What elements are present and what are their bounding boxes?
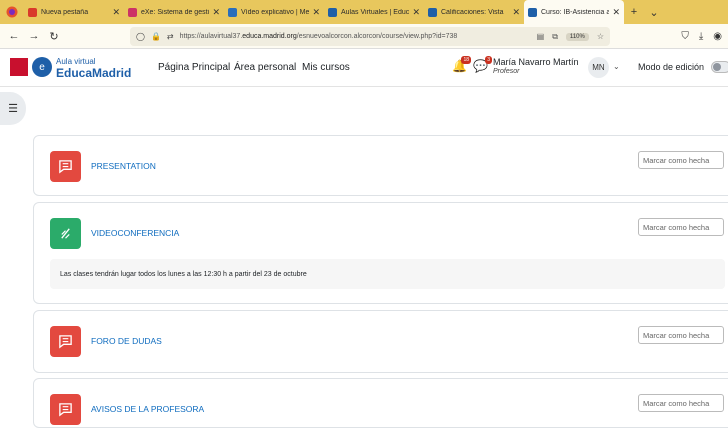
mark-as-done-button[interactable]: Marcar como hecha	[638, 151, 724, 169]
url-text: https://aulavirtual37.educa.madrid.org/e…	[179, 33, 458, 40]
close-tab-icon[interactable]: ✕	[612, 7, 620, 18]
zoom-level[interactable]: 110%	[565, 32, 589, 41]
tab-favicon-icon	[528, 7, 537, 17]
edit-mode-toggle[interactable]	[711, 61, 728, 73]
site-header: e Aula virtual EducaMadrid Página Princi…	[0, 49, 728, 87]
nav-dashboard-link[interactable]: Área personal	[234, 62, 296, 73]
avatar[interactable]: MN	[588, 57, 609, 78]
video-icon[interactable]	[50, 218, 81, 249]
browser-tab-active[interactable]: Curso: IB-Asistencia a ✕	[524, 0, 624, 24]
close-tab-icon[interactable]: ✕	[112, 7, 120, 18]
activity-card: PRESENTATION Marcar como hecha	[33, 135, 728, 196]
account-icon[interactable]: ◉	[713, 31, 722, 42]
mark-as-done-button[interactable]: Marcar como hecha	[638, 218, 724, 236]
forward-arrow-icon[interactable]: →	[24, 24, 44, 49]
screenshot-icon[interactable]: ⧉	[552, 32, 558, 42]
new-tab-button[interactable]: +	[624, 0, 644, 24]
nav-my-courses-link[interactable]: Mis cursos	[302, 62, 350, 73]
user-name[interactable]: María Navarro Martín	[493, 57, 579, 67]
edit-mode-label: Modo de edición	[638, 62, 705, 72]
mark-as-done-button[interactable]: Marcar como hecha	[638, 326, 724, 344]
address-bar[interactable]: ◯ 🔒 ⇄ https://aulavirtual37.educa.madrid…	[130, 27, 610, 46]
tab-favicon-icon	[228, 7, 237, 17]
logo-title[interactable]: EducaMadrid	[56, 66, 131, 80]
educamadrid-logo-icon[interactable]: e	[32, 57, 52, 77]
mark-as-done-button[interactable]: Marcar como hecha	[638, 394, 724, 412]
browser-tab[interactable]: Aulas Virtuales | Educ ✕	[324, 0, 424, 24]
reload-icon[interactable]: ↻	[44, 24, 64, 49]
course-index-toggle-button[interactable]: ☰	[0, 92, 26, 125]
close-tab-icon[interactable]: ✕	[412, 7, 420, 18]
activity-title-link[interactable]: VIDEOCONFERENCIA	[91, 228, 179, 238]
nav-home-link[interactable]: Página Principal	[158, 62, 230, 73]
back-arrow-icon[interactable]: ←	[4, 24, 24, 49]
download-icon[interactable]: ⤓	[699, 31, 703, 42]
bookmark-star-icon[interactable]: ☆	[597, 32, 604, 41]
activity-description: Las clases tendrán lugar todos los lunes…	[50, 259, 725, 289]
browser-tab[interactable]: Calificaciones: Vista ✕	[424, 0, 524, 24]
browser-toolbar: ← → ↻ ◯ 🔒 ⇄ https://aulavirtual37.educa.…	[0, 24, 728, 49]
user-role: Profesor	[493, 68, 520, 75]
activity-title-link[interactable]: AVISOS DE LA PROFESORA	[91, 404, 204, 414]
tab-list-chevron-icon[interactable]: ⌄	[644, 0, 664, 24]
forum-icon[interactable]	[50, 326, 81, 357]
reader-view-icon[interactable]: ▤	[537, 32, 545, 41]
browser-tab[interactable]: Nueva pestaña ✕	[24, 0, 124, 24]
close-tab-icon[interactable]: ✕	[512, 7, 520, 18]
activity-title-link[interactable]: FORO DE DUDAS	[91, 336, 162, 346]
activity-card: AVISOS DE LA PROFESORA Marcar como hecha	[33, 378, 728, 428]
browser-tab[interactable]: eXe: Sistema de gesti ✕	[124, 0, 224, 24]
lock-icon: 🔒	[150, 32, 161, 41]
notification-count-badge: 18	[461, 56, 471, 64]
forum-icon[interactable]	[50, 151, 81, 182]
logo-subtitle: Aula virtual	[56, 57, 96, 66]
messages-icon[interactable]: 💬 3	[473, 56, 492, 73]
shield-icon: ◯	[136, 32, 145, 41]
tab-favicon-icon	[328, 7, 337, 17]
firefox-icon	[0, 0, 24, 24]
chevron-down-icon[interactable]: ⌄	[613, 62, 620, 71]
activity-card: VIDEOCONFERENCIA Marcar como hecha Las c…	[33, 202, 728, 304]
activity-card: FORO DE DUDAS Marcar como hecha	[33, 310, 728, 373]
tab-favicon-icon	[28, 7, 37, 17]
close-tab-icon[interactable]: ✕	[312, 7, 320, 18]
browser-tab[interactable]: Vídeo explicativo | Me ✕	[224, 0, 324, 24]
close-tab-icon[interactable]: ✕	[212, 7, 220, 18]
tab-favicon-icon	[428, 7, 437, 17]
comunidad-madrid-logo	[10, 58, 28, 76]
list-icon: ☰	[8, 103, 18, 115]
activity-title-link[interactable]: PRESENTATION	[91, 161, 156, 171]
message-count-badge: 3	[485, 56, 492, 64]
browser-tab-bar: Nueva pestaña ✕ eXe: Sistema de gesti ✕ …	[0, 0, 728, 24]
notification-bell-icon[interactable]: 🔔 18	[452, 56, 471, 73]
permissions-icon: ⇄	[166, 32, 174, 41]
pocket-icon[interactable]: ⛉	[681, 31, 689, 42]
tab-favicon-icon	[128, 7, 137, 17]
